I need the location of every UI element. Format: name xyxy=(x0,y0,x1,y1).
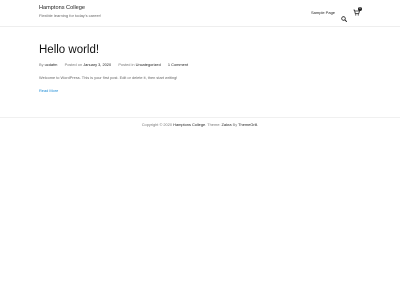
nav-item-sample-page[interactable]: Sample Page xyxy=(311,10,335,15)
post-excerpt: Welcome to WordPress. This is your first… xyxy=(39,75,178,80)
footer-by-label: By xyxy=(232,122,238,127)
page: Hamptons College Flexible learning for t… xyxy=(0,0,400,300)
footer-theme-label: . Theme: xyxy=(205,122,221,127)
post-author-link[interactable]: ucdafm xyxy=(45,62,58,67)
read-more-link[interactable]: Read More xyxy=(39,88,58,93)
post-category-link[interactable]: Uncategorized xyxy=(136,62,161,67)
search-icon xyxy=(341,16,347,22)
footer-author-link[interactable]: ThemeGrill. xyxy=(238,122,258,127)
site-header: Hamptons College Flexible learning for t… xyxy=(0,0,400,28)
site-tagline: Flexible learning for today's career! xyxy=(39,12,102,18)
post-meta: By ucdafm Posted on January 3, 2020 Post… xyxy=(39,62,188,67)
cart-button[interactable]: 0 xyxy=(353,7,362,16)
search-button[interactable] xyxy=(341,9,347,22)
post-title[interactable]: Hello world! xyxy=(39,44,99,56)
meta-posted-on-label: Posted on xyxy=(64,62,83,67)
footer-divider xyxy=(0,117,400,118)
site-footer: Copyright © 2020 Hamptons College. Theme… xyxy=(0,122,400,127)
post-date-link[interactable]: January 3, 2020 xyxy=(83,62,111,67)
meta-posted-in-label: Posted in xyxy=(118,62,135,67)
footer-site-link[interactable]: Hamptons College xyxy=(173,122,205,127)
header-divider xyxy=(0,26,400,27)
meta-by-label: By xyxy=(39,62,44,67)
footer-theme-link[interactable]: Zakra xyxy=(222,122,232,127)
footer-copyright: Copyright © 2020 xyxy=(141,122,173,127)
site-title[interactable]: Hamptons College xyxy=(39,5,85,11)
cart-count-badge: 0 xyxy=(358,7,362,11)
post-comments-link[interactable]: 1 Comment xyxy=(168,62,188,67)
